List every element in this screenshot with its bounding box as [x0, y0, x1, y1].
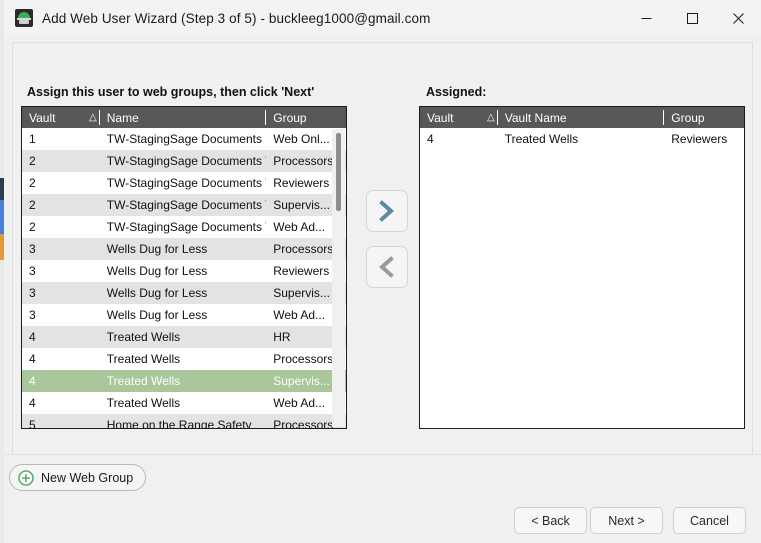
cell-vault: 2: [29, 198, 36, 212]
cell-vault: 3: [29, 286, 36, 300]
cell-vault: 5: [29, 418, 36, 429]
cell-vault: 4: [29, 330, 36, 344]
title-bar: Add Web User Wizard (Step 3 of 5) - buck…: [4, 0, 761, 36]
table-row[interactable]: 2TW-StagingSage Documents TestWeb Ad...: [22, 216, 346, 238]
cell-name: Treated Wells: [504, 132, 579, 146]
cell-vault: 4: [29, 374, 36, 388]
close-icon[interactable]: [715, 0, 761, 36]
cell-vault: 2: [29, 220, 36, 234]
add-web-user-wizard-window: Add Web User Wizard (Step 3 of 5) - buck…: [4, 0, 761, 543]
cell-name: TW-StagingSage Documents Test: [106, 176, 266, 190]
column-header-name-label: Name: [106, 110, 139, 125]
cell-vault: 3: [29, 242, 36, 256]
table-row[interactable]: 3 Wells Dug for Less Web Ad...: [22, 304, 346, 326]
cell-name: TW-StagingSage Documents Test: [106, 154, 266, 168]
cell-name: TW-StagingSage Documents Test: [106, 220, 266, 234]
cell-vault: 1: [29, 132, 36, 146]
assigned-column-header-group-label: Group: [671, 110, 705, 125]
cell-vault: 4: [29, 396, 36, 410]
app-vault-icon: [15, 9, 33, 27]
cell-name: TW-StagingSage Documents: [106, 132, 262, 146]
cell-vault: 4: [29, 352, 36, 366]
cell-vault: 4: [427, 132, 434, 146]
window-title: Add Web User Wizard (Step 3 of 5) - buck…: [42, 10, 431, 26]
cell-name: Home on the Range Safety: [106, 418, 252, 429]
sort-ascending-icon: △: [89, 112, 97, 123]
table-row[interactable]: 4 Treated Wells Processors: [22, 348, 346, 370]
plus-circle-icon: [18, 469, 34, 486]
right-panel-prompt: Assigned:: [426, 85, 487, 99]
available-groups-header: Vault △ Name Group: [22, 107, 346, 128]
cancel-button[interactable]: Cancel: [673, 507, 746, 534]
table-row[interactable]: 4 Treated Wells Supervis...: [22, 370, 346, 392]
assigned-column-header-vault-name[interactable]: Vault Name: [498, 107, 665, 128]
unassign-group-button[interactable]: [366, 246, 408, 288]
column-header-name[interactable]: Name: [100, 107, 267, 128]
column-header-group[interactable]: Group: [266, 107, 346, 128]
table-row[interactable]: 2TW-StagingSage Documents TestProcessors: [22, 150, 346, 172]
available-groups-rows: 1 TW-StagingSage Documents Web Onl... 2 TW-S…: [22, 128, 346, 429]
cell-vault: 3: [29, 308, 36, 322]
table-row[interactable]: 4 Treated Wells Reviewers: [420, 128, 744, 150]
cell-vault: 2: [29, 176, 36, 190]
cell-name: Wells Dug for Less: [106, 242, 208, 256]
assigned-column-header-vault-name-label: Vault Name: [504, 110, 567, 125]
assigned-groups-rows: 4 Treated Wells Reviewers: [420, 128, 744, 150]
column-header-vault[interactable]: Vault △: [22, 107, 100, 128]
cancel-button-label: Cancel: [690, 513, 729, 528]
assigned-groups-header: Vault △ Vault Name Group: [420, 107, 744, 128]
back-button-label: < Back: [531, 513, 570, 528]
cell-name: Treated Wells: [106, 374, 181, 388]
table-row[interactable]: 4 Treated Wells HR: [22, 326, 346, 348]
cell-name: Wells Dug for Less: [106, 308, 208, 322]
left-panel-prompt: Assign this user to web groups, then cli…: [27, 85, 315, 99]
cell-vault: 3: [29, 264, 36, 278]
table-row[interactable]: 3 Wells Dug for Less Supervis...: [22, 282, 346, 304]
new-web-group-button[interactable]: New Web Group: [9, 464, 147, 491]
table-row[interactable]: 3 Wells Dug for Less Processors: [22, 238, 346, 260]
back-button[interactable]: < Back: [514, 507, 587, 534]
cell-name: Wells Dug for Less: [106, 286, 208, 300]
available-groups-scrollbar[interactable]: [332, 129, 345, 427]
table-row[interactable]: 1 TW-StagingSage Documents Web Onl...: [22, 128, 346, 150]
chevron-right-icon: [377, 200, 397, 222]
maximize-icon[interactable]: [669, 0, 715, 36]
assigned-groups-list[interactable]: Vault △ Vault Name Group 4 Treated Wells R…: [419, 106, 745, 429]
cell-name: TW-StagingSage Documents Test: [106, 198, 266, 212]
chevron-left-icon: [377, 256, 397, 278]
available-groups-list[interactable]: Vault △ Name Group 1 TW-StagingSage Docum…: [21, 106, 347, 429]
assigned-column-header-vault-label: Vault: [427, 110, 454, 125]
cell-name: Wells Dug for Less: [106, 264, 208, 278]
table-row[interactable]: 2TW-StagingSage Documents TestReviewers: [22, 172, 346, 194]
cell-group: Reviewers: [671, 132, 728, 146]
table-row[interactable]: 4 Treated Wells Web Ad...: [22, 392, 346, 414]
column-header-group-label: Group: [273, 110, 307, 125]
cell-vault: 2: [29, 154, 36, 168]
assigned-sort-ascending-icon: △: [487, 112, 495, 123]
column-header-vault-label: Vault: [29, 110, 56, 125]
table-row[interactable]: 5 Home on the Range Safety Processors: [22, 414, 346, 429]
cell-name: Treated Wells: [106, 396, 181, 410]
next-button-label: Next >: [608, 513, 645, 528]
table-row[interactable]: 3 Wells Dug for Less Reviewers: [22, 260, 346, 282]
assign-group-button[interactable]: [366, 190, 408, 232]
minimize-icon[interactable]: [623, 0, 669, 36]
table-row[interactable]: 2TW-StagingSage Documents TestSupervis..…: [22, 194, 346, 216]
assigned-column-header-vault[interactable]: Vault △: [420, 107, 498, 128]
scrollbar-thumb[interactable]: [336, 133, 341, 211]
footer-area: New Web Group < Back Next > Cancel: [4, 455, 761, 543]
wizard-content-panel: Assign this user to web groups, then cli…: [12, 42, 753, 454]
cell-name: Treated Wells: [106, 352, 181, 366]
window-controls: [623, 0, 761, 36]
cell-name: Treated Wells: [106, 330, 181, 344]
new-web-group-label: New Web Group: [41, 470, 134, 485]
assigned-column-header-group[interactable]: Group: [664, 107, 744, 128]
next-button[interactable]: Next >: [590, 507, 663, 534]
